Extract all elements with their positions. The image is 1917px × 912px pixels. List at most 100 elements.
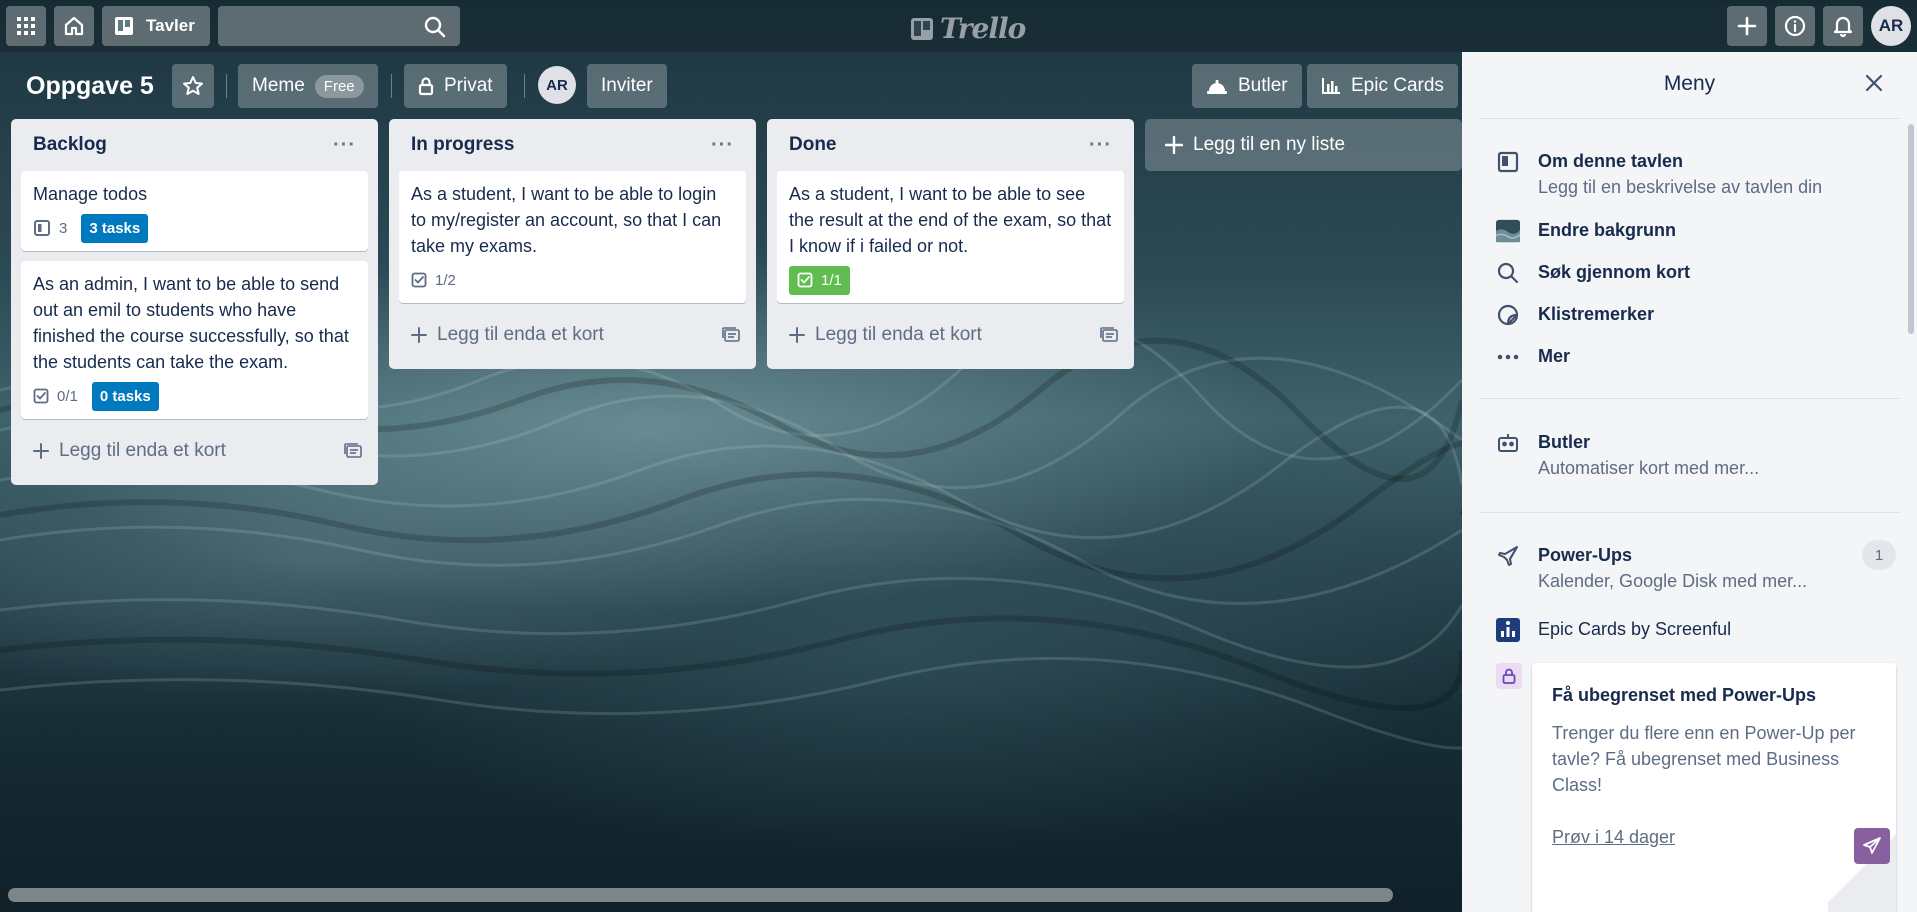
card-title: As a student, I want to be able to login… — [411, 184, 722, 256]
card[interactable]: Manage todos 3 3 tasks — [21, 171, 368, 251]
checklist-badge: 1/2 — [411, 272, 456, 289]
butler-label: Butler — [1238, 75, 1288, 96]
plus-icon — [411, 327, 427, 343]
epic-card-count: 3 — [59, 219, 68, 237]
workspace-button[interactable]: Meme Free — [238, 64, 378, 108]
notifications-button[interactable] — [1823, 6, 1863, 46]
card-badges: 1/2 — [411, 265, 734, 295]
trello-logo[interactable]: Trello — [910, 12, 1026, 45]
checklist-count: 0/1 — [57, 387, 78, 405]
menu-item-label: Klistremerker — [1538, 304, 1655, 324]
menu-item-power-ups[interactable]: Power-Ups Kalender, Google Disk med mer.… — [1496, 542, 1807, 594]
card-template-icon[interactable] — [722, 327, 740, 343]
checklist-badge: 0/1 — [33, 388, 78, 405]
menu-item-label: Epic Cards by Screenful — [1538, 619, 1732, 639]
card-badges: 0/1 0 tasks — [33, 381, 356, 411]
board-title[interactable]: Oppgave 5 — [26, 72, 154, 101]
apps-grid-button[interactable] — [6, 6, 46, 46]
list-backlog: Backlog ··· Manage todos 3 3 tasks As an… — [11, 119, 378, 485]
add-list-button[interactable]: Legg til en ny liste — [1145, 119, 1462, 171]
menu-item-text: Power-Ups Kalender, Google Disk med mer.… — [1538, 542, 1807, 594]
invite-label: Inviter — [601, 75, 653, 96]
list-title[interactable]: Done — [789, 134, 837, 156]
card[interactable]: As a student, I want to be able to see t… — [777, 171, 1124, 303]
plus-icon — [1737, 16, 1757, 36]
menu-divider — [1480, 118, 1900, 119]
card-template-icon[interactable] — [344, 443, 362, 459]
invite-button[interactable]: Inviter — [587, 64, 667, 108]
close-icon[interactable] — [1864, 73, 1884, 93]
search-icon[interactable] — [424, 16, 446, 38]
bell-icon — [1833, 16, 1853, 37]
apps-grid-icon — [17, 17, 35, 35]
menu-item-label: Om denne tavlen — [1538, 151, 1684, 171]
menu-item-description: Legg til en beskrivelse av tavlen din — [1538, 177, 1823, 197]
menu-item-butler[interactable]: Butler Automatiser kort med mer... — [1496, 429, 1759, 481]
board-card-icon — [34, 220, 50, 236]
add-card-button[interactable]: Legg til enda et kort — [21, 429, 368, 473]
card[interactable]: As a student, I want to be able to login… — [399, 171, 746, 303]
list-menu-button[interactable]: ··· — [711, 135, 734, 155]
header-divider — [391, 74, 392, 98]
menu-item-change-background[interactable]: Endre bakgrunn — [1496, 217, 1676, 243]
menu-divider — [1480, 512, 1900, 513]
checklist-icon — [797, 272, 813, 288]
card-title: As a student, I want to be able to see t… — [789, 184, 1112, 256]
information-button[interactable] — [1775, 6, 1815, 46]
butler-button[interactable]: Butler — [1192, 64, 1302, 108]
list-title[interactable]: Backlog — [33, 134, 107, 156]
add-card-button[interactable]: Legg til enda et kort — [399, 313, 746, 357]
menu-item-search-cards[interactable]: Søk gjennom kort — [1496, 259, 1690, 285]
horizontal-scrollbar[interactable] — [8, 888, 1393, 902]
menu-item-description: Automatiser kort med mer... — [1538, 458, 1760, 478]
trial-link[interactable]: Prøv i 14 dager — [1552, 827, 1675, 848]
boards-icon — [115, 17, 133, 35]
list-header: Backlog ··· — [21, 119, 368, 171]
visibility-button[interactable]: Privat — [404, 64, 507, 108]
list-title[interactable]: In progress — [411, 134, 514, 156]
menu-item-label: Søk gjennom kort — [1538, 262, 1691, 282]
robot-icon — [1496, 431, 1520, 455]
menu-title: Meny — [1663, 72, 1716, 95]
header-divider — [524, 74, 525, 98]
menu-item-about-board[interactable]: Om denne tavlen Legg til en beskrivelse … — [1496, 148, 1822, 200]
list-in-progress: In progress ··· As a student, I want to … — [389, 119, 756, 369]
more-dots-icon — [1496, 345, 1520, 369]
list-menu-button[interactable]: ··· — [1089, 135, 1112, 155]
boards-button[interactable]: Tavler — [102, 6, 210, 46]
epic-cards-button[interactable]: Epic Cards — [1307, 64, 1458, 108]
paper-plane-icon — [1863, 837, 1881, 854]
info-icon — [1784, 15, 1806, 37]
card-title: As an admin, I want to be able to send o… — [33, 274, 349, 372]
menu-item-description: Kalender, Google Disk med mer... — [1538, 571, 1808, 591]
plus-icon — [33, 443, 49, 459]
home-button[interactable] — [54, 6, 94, 46]
menu-item-more[interactable]: Mer — [1496, 343, 1570, 369]
rocket-icon — [1496, 544, 1520, 568]
add-list-label: Legg til en ny liste — [1193, 134, 1346, 155]
menu-item-stickers[interactable]: Klistremerker — [1496, 301, 1654, 327]
lock-icon — [418, 77, 434, 96]
add-card-composer: Legg til enda et kort — [33, 440, 226, 462]
list-menu-button[interactable]: ··· — [333, 135, 356, 155]
menu-item-text: Butler Automatiser kort med mer... — [1538, 429, 1759, 481]
card-template-icon[interactable] — [1100, 327, 1118, 343]
star-board-button[interactable] — [172, 64, 214, 108]
paper-plane-button[interactable] — [1854, 828, 1890, 864]
menu-item-text: Om denne tavlen Legg til en beskrivelse … — [1538, 148, 1822, 200]
sticker-icon — [1496, 303, 1520, 327]
user-avatar[interactable]: AR — [1871, 6, 1911, 46]
checklist-complete-badge: 1/1 — [789, 265, 850, 295]
menu-item-label: Endre bakgrunn — [1538, 220, 1677, 240]
butler-bell-icon — [1207, 80, 1227, 94]
menu-scrollbar[interactable] — [1908, 124, 1914, 334]
epic-cards-label: Epic Cards — [1351, 75, 1444, 96]
add-card-button[interactable]: Legg til enda et kort — [777, 313, 1124, 357]
screenful-logo-icon — [1496, 618, 1520, 642]
board-member-avatar[interactable]: AR — [538, 66, 576, 104]
workspace-label: Meme — [252, 75, 305, 96]
create-button[interactable] — [1727, 6, 1767, 46]
board-icon — [1496, 150, 1520, 174]
menu-item-epic-cards[interactable]: Epic Cards by Screenful — [1496, 616, 1731, 642]
card[interactable]: As an admin, I want to be able to send o… — [21, 261, 368, 419]
